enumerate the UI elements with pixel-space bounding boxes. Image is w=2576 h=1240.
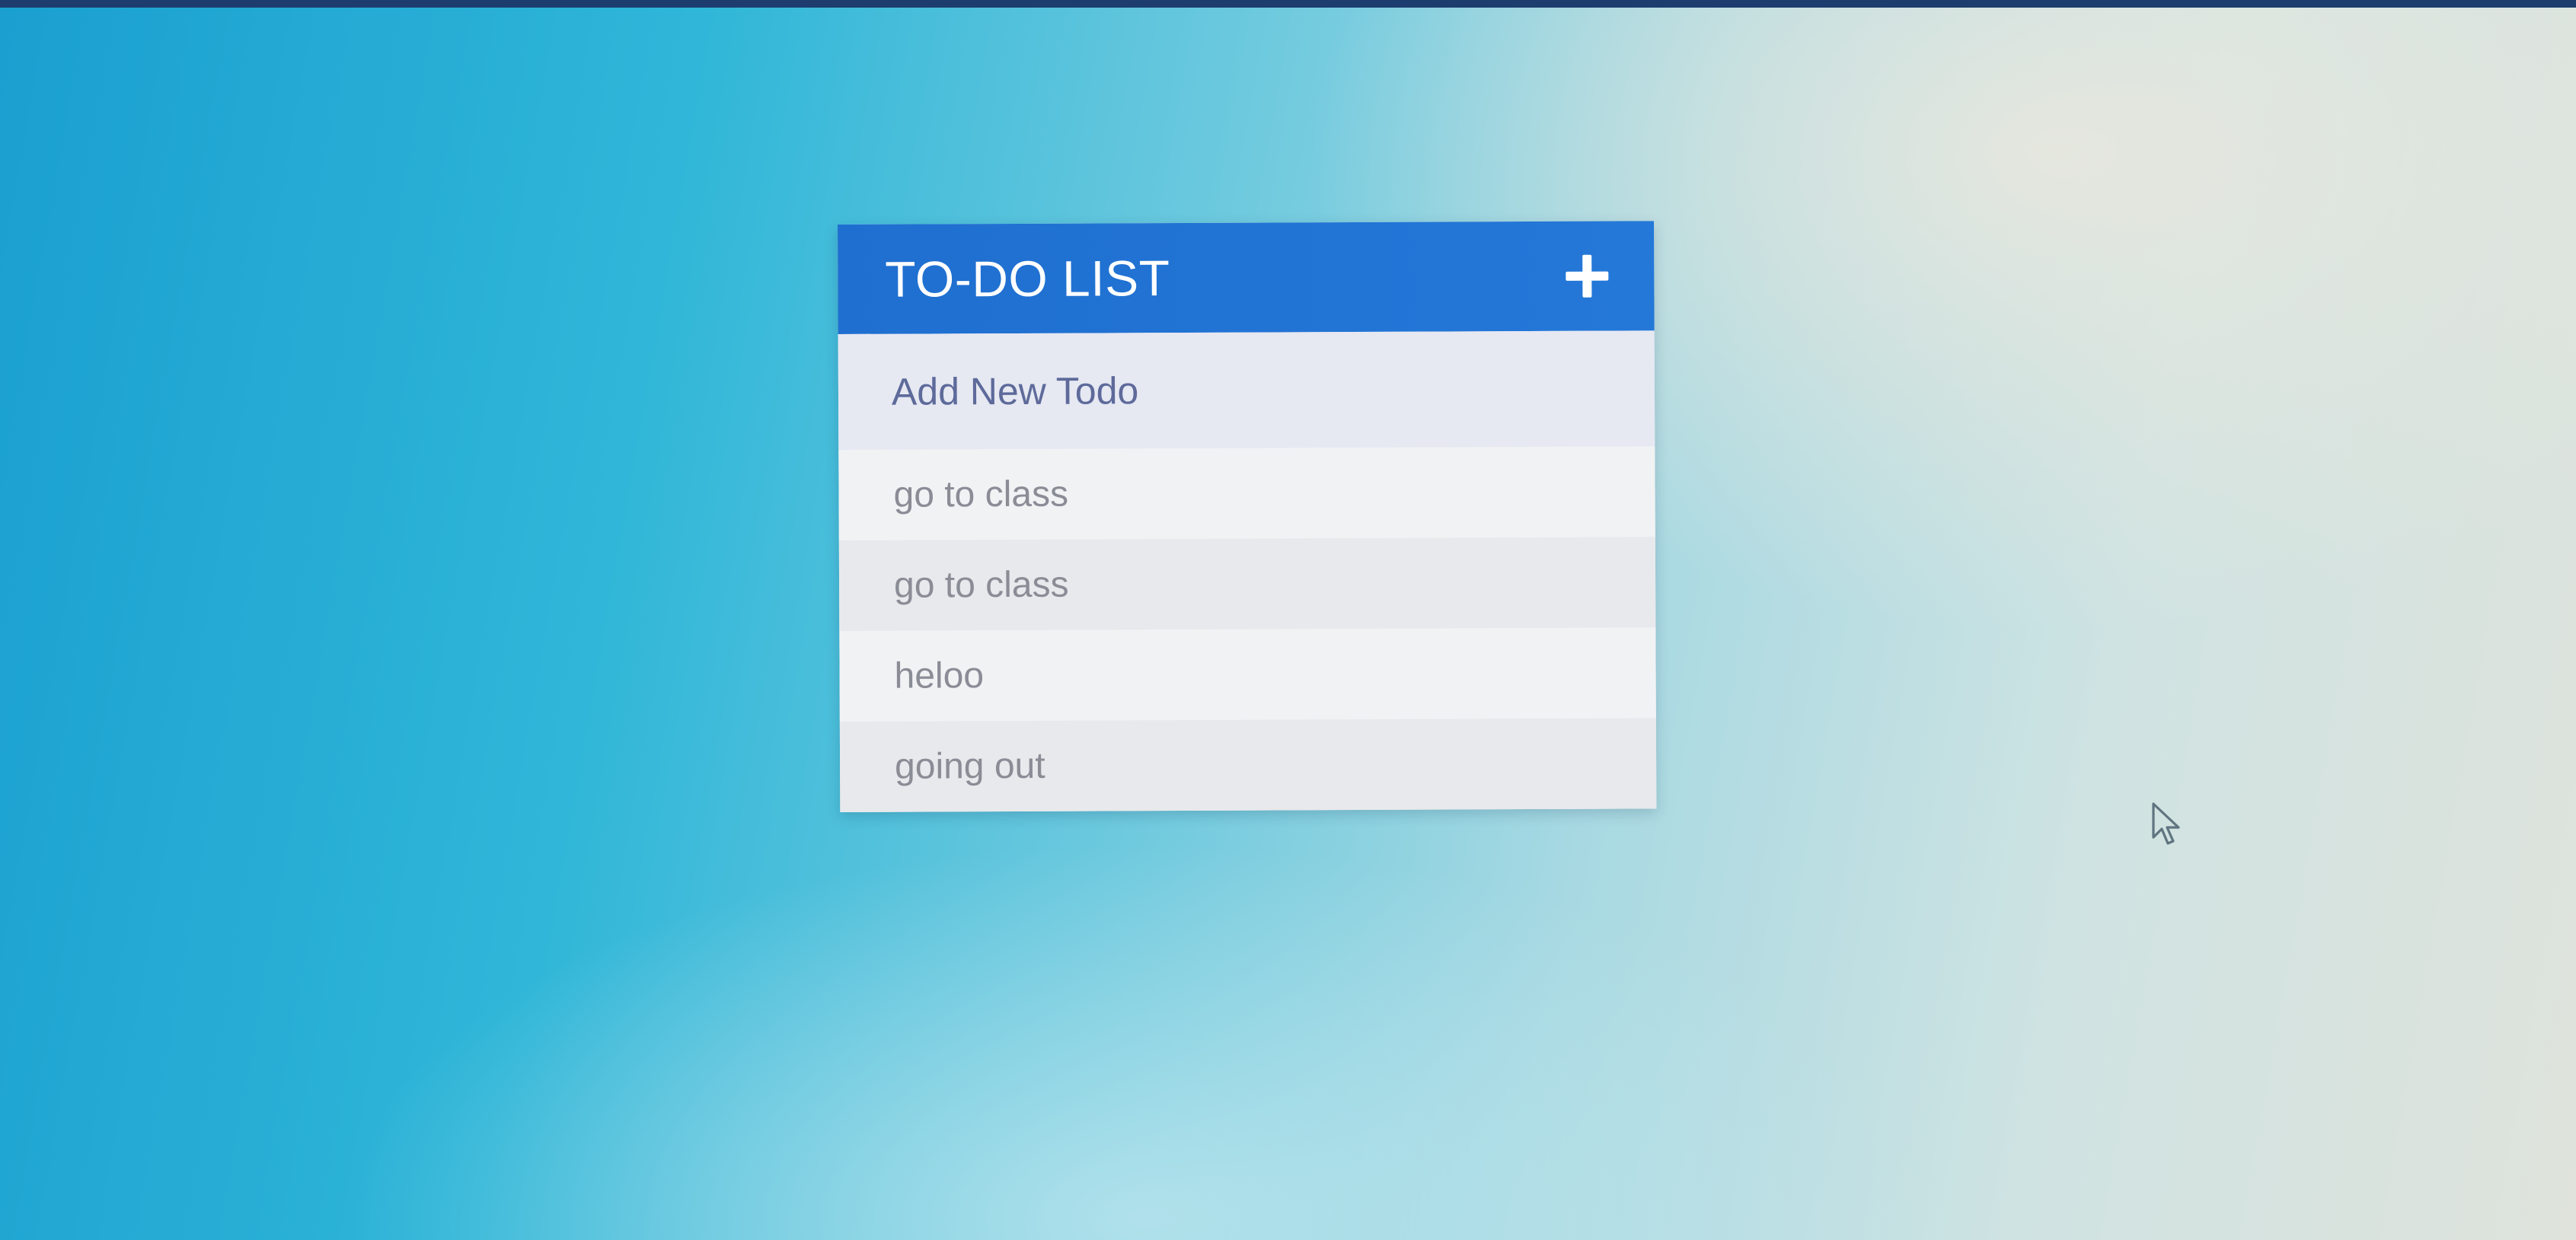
todo-title: TO-DO LIST xyxy=(885,250,1170,308)
todo-item[interactable]: go to class xyxy=(838,446,1655,540)
todo-item[interactable]: heloo xyxy=(839,627,1656,722)
todo-card: TO-DO LIST go to class go to class heloo… xyxy=(838,221,1657,812)
todo-item[interactable]: going out xyxy=(839,718,1657,812)
screen-top-edge xyxy=(0,0,2576,8)
add-todo-button[interactable] xyxy=(1559,249,1614,304)
plus-icon xyxy=(1566,254,1609,298)
new-todo-input[interactable] xyxy=(838,330,1655,450)
todo-header: TO-DO LIST xyxy=(838,221,1655,334)
todo-list: go to class go to class heloo going out xyxy=(838,446,1657,812)
todo-item[interactable]: go to class xyxy=(838,537,1656,631)
mouse-pointer-icon xyxy=(2152,802,2185,853)
